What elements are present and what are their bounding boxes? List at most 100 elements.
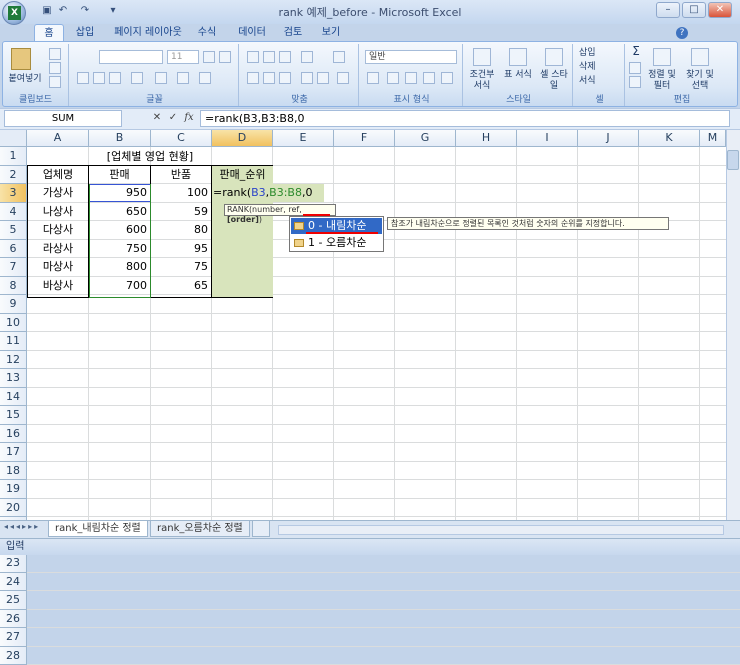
column-header[interactable]: M: [700, 130, 726, 147]
row-header[interactable]: 6: [0, 240, 27, 259]
tab-page-layout[interactable]: 페이지 레이아웃: [108, 24, 188, 41]
align-left-icon[interactable]: [247, 72, 259, 84]
clear-icon[interactable]: [629, 76, 641, 88]
cell-returns[interactable]: 75: [151, 258, 211, 276]
cell-returns[interactable]: 95: [151, 240, 211, 258]
cell-returns[interactable]: 100: [151, 184, 211, 202]
minimize-button[interactable]: –: [656, 2, 680, 18]
cell-returns[interactable]: 65: [151, 277, 211, 295]
row-header[interactable]: 4: [0, 203, 27, 222]
column-header[interactable]: K: [639, 130, 700, 147]
enter-icon[interactable]: ✓: [166, 111, 180, 125]
row-header[interactable]: 28: [0, 647, 27, 665]
currency-icon[interactable]: [367, 72, 379, 84]
insert-function-icon[interactable]: fx: [182, 111, 196, 125]
grow-font-icon[interactable]: [203, 51, 215, 63]
row-header[interactable]: 16: [0, 425, 27, 444]
cell-company[interactable]: 다상사: [28, 221, 88, 239]
edit-cell-d3[interactable]: =rank(B3,B3:B8,0: [212, 184, 324, 202]
bold-icon[interactable]: [77, 72, 89, 84]
shrink-font-icon[interactable]: [219, 51, 231, 63]
sheet-tab-ascending[interactable]: rank_오름차순 정렬: [150, 521, 250, 537]
format-cells-button[interactable]: 서식: [579, 76, 621, 87]
conditional-format-button[interactable]: 조건부 서식: [465, 70, 499, 92]
borders-icon[interactable]: [131, 72, 143, 84]
undo-icon[interactable]: ↶: [56, 4, 70, 18]
increase-decimal-icon[interactable]: [423, 72, 435, 84]
save-icon[interactable]: ▣: [40, 4, 54, 18]
align-middle-icon[interactable]: [263, 51, 275, 63]
cell-styles-button[interactable]: 셀 스타일: [537, 70, 571, 92]
select-all-corner[interactable]: [0, 130, 27, 147]
sheet-title[interactable]: [업체별 영업 현황]: [89, 148, 211, 166]
cut-icon[interactable]: [49, 48, 61, 60]
tab-review[interactable]: 검토: [278, 24, 308, 41]
column-header[interactable]: G: [395, 130, 456, 147]
comma-icon[interactable]: [405, 72, 417, 84]
align-top-icon[interactable]: [247, 51, 259, 63]
format-table-icon[interactable]: [509, 48, 527, 66]
conditional-format-icon[interactable]: [473, 48, 491, 66]
align-center-icon[interactable]: [263, 72, 275, 84]
find-select-icon[interactable]: [691, 48, 709, 66]
autosum-icon[interactable]: Σ: [629, 46, 643, 57]
row-header[interactable]: 18: [0, 462, 27, 481]
vertical-scrollbar[interactable]: [726, 130, 740, 520]
tab-view[interactable]: 보기: [316, 24, 346, 41]
help-icon[interactable]: ?: [676, 27, 688, 39]
maximize-button[interactable]: □: [682, 2, 706, 18]
insert-cells-button[interactable]: 삽입: [579, 48, 621, 59]
row-header[interactable]: 10: [0, 314, 27, 333]
row-header[interactable]: 25: [0, 591, 27, 610]
find-select-button[interactable]: 찾기 및 선택: [683, 70, 717, 92]
cell-company[interactable]: 바상사: [28, 277, 88, 295]
decrease-indent-icon[interactable]: [301, 72, 313, 84]
row-header[interactable]: 1: [0, 147, 27, 166]
header-company[interactable]: 업체명: [28, 166, 88, 184]
cell-company[interactable]: 가상사: [28, 184, 88, 202]
row-header[interactable]: 12: [0, 351, 27, 370]
fill-color-icon[interactable]: [155, 72, 167, 84]
underline-icon[interactable]: [109, 72, 121, 84]
column-header[interactable]: C: [151, 130, 212, 147]
formula-input[interactable]: =rank(B3,B3:B8,0: [200, 110, 730, 127]
row-header[interactable]: 15: [0, 406, 27, 425]
cell-styles-icon[interactable]: [545, 48, 563, 66]
sort-filter-icon[interactable]: [653, 48, 671, 66]
row-header[interactable]: 20: [0, 499, 27, 518]
cancel-icon[interactable]: ✕: [150, 111, 164, 125]
orientation-icon[interactable]: [301, 51, 313, 63]
wrap-text-icon[interactable]: [333, 51, 345, 63]
column-header[interactable]: E: [273, 130, 334, 147]
format-table-button[interactable]: 표 서식: [501, 70, 535, 81]
header-sales[interactable]: 판매: [89, 166, 150, 184]
qat-customize-icon[interactable]: ▾: [106, 4, 120, 18]
italic-icon[interactable]: [93, 72, 105, 84]
column-header[interactable]: H: [456, 130, 517, 147]
tab-home[interactable]: 홈: [34, 24, 64, 41]
paste-button[interactable]: 붙여넣기: [5, 74, 45, 85]
copy-icon[interactable]: [49, 62, 61, 74]
row-header[interactable]: 19: [0, 480, 27, 499]
row-header[interactable]: 9: [0, 295, 27, 314]
column-header[interactable]: B: [89, 130, 151, 147]
cell-returns[interactable]: 59: [151, 203, 211, 221]
row-header[interactable]: 5: [0, 221, 27, 240]
header-returns[interactable]: 반품: [151, 166, 211, 184]
format-painter-icon[interactable]: [49, 76, 61, 88]
column-header[interactable]: J: [578, 130, 639, 147]
insert-sheet-icon[interactable]: [252, 521, 270, 537]
paste-icon[interactable]: [11, 48, 31, 70]
row-header[interactable]: 17: [0, 443, 27, 462]
align-bottom-icon[interactable]: [279, 51, 291, 63]
font-name-select[interactable]: [99, 50, 163, 64]
tab-insert[interactable]: 삽입: [70, 24, 100, 41]
column-header[interactable]: I: [517, 130, 578, 147]
row-header[interactable]: 7: [0, 258, 27, 277]
name-box[interactable]: SUM: [4, 110, 122, 127]
tab-formulas[interactable]: 수식: [192, 24, 222, 41]
tab-data[interactable]: 데이터: [232, 24, 272, 41]
redo-icon[interactable]: ↷: [78, 4, 92, 18]
font-color-icon[interactable]: [177, 72, 189, 84]
header-rank[interactable]: 판매_순위: [212, 166, 273, 184]
